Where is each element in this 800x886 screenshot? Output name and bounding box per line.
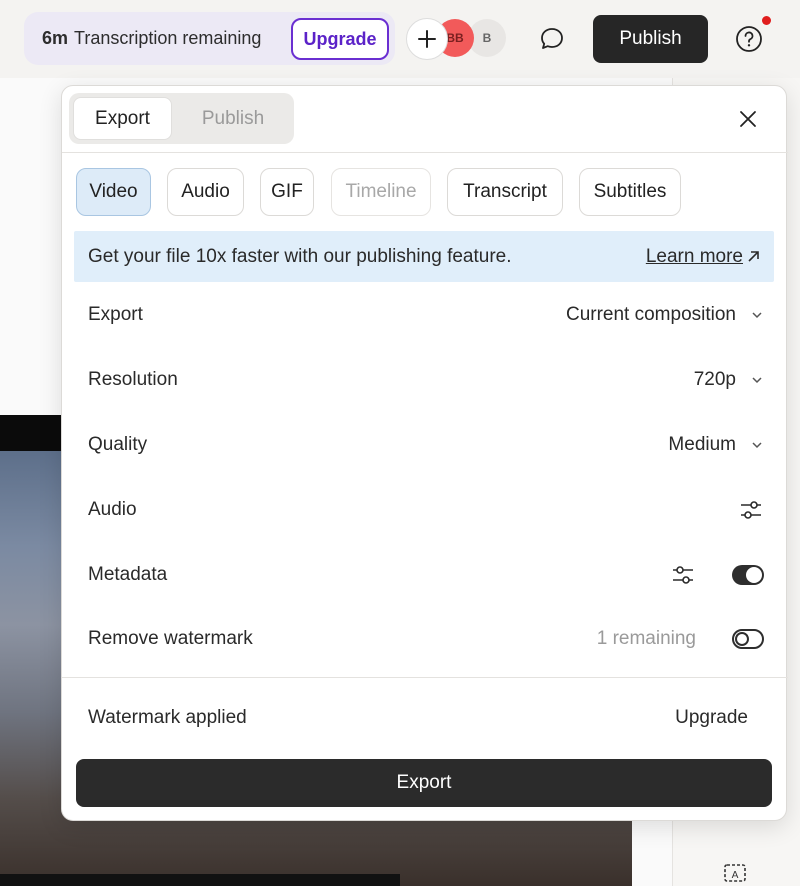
mode-toggle: Export Publish — [69, 93, 294, 144]
format-tab-audio[interactable]: Audio — [167, 168, 244, 216]
quality-setting-row[interactable]: Quality Medium — [88, 425, 764, 465]
format-tab-subtitles[interactable]: Subtitles — [579, 168, 681, 216]
tab-export[interactable]: Export — [73, 97, 172, 140]
footer-divider — [62, 677, 788, 678]
export-setting-row[interactable]: Export Current composition — [88, 295, 764, 335]
quality-label: Quality — [88, 434, 148, 455]
resolution-label: Resolution — [88, 369, 178, 390]
format-tab-transcript[interactable]: Transcript — [447, 168, 563, 216]
svg-text:A: A — [732, 870, 739, 881]
chevron-down-icon — [752, 377, 762, 384]
banner-text: Get your file 10x faster with our publis… — [88, 245, 512, 267]
metadata-label: Metadata — [88, 564, 168, 585]
close-icon[interactable] — [735, 106, 761, 132]
publishing-banner: Get your file 10x faster with our publis… — [74, 231, 774, 282]
publish-button[interactable]: Publish — [593, 15, 708, 63]
learn-more-label: Learn more — [645, 245, 743, 267]
tab-publish[interactable]: Publish — [176, 97, 290, 140]
sliders-icon[interactable] — [738, 497, 764, 523]
export-value: Current composition — [565, 304, 736, 325]
export-label: Export — [88, 304, 143, 325]
quality-value: Medium — [668, 434, 736, 455]
video-caption-strip — [0, 874, 400, 886]
upgrade-button[interactable]: Upgrade — [291, 18, 389, 60]
export-button[interactable]: Export — [76, 759, 772, 807]
captions-icon[interactable]: A — [722, 862, 748, 884]
transcription-minutes: 6m — [42, 28, 69, 48]
header-divider — [62, 152, 788, 153]
transcription-text: Transcription remaining — [74, 28, 262, 48]
watermark-applied-label: Watermark applied — [88, 707, 247, 728]
resolution-value: 720p — [693, 369, 736, 390]
format-tab-video[interactable]: Video — [76, 168, 151, 216]
metadata-setting-row: Metadata — [88, 555, 764, 595]
watermark-remaining-count: 1 remaining — [596, 628, 696, 649]
export-dialog: Export Publish Video Audio GIF Timeline … — [61, 85, 788, 821]
chevron-down-icon — [752, 312, 762, 319]
chevron-down-icon — [752, 442, 762, 449]
comment-icon[interactable] — [534, 21, 570, 57]
notification-dot — [762, 16, 771, 25]
add-collaborator-button[interactable] — [406, 18, 448, 60]
resolution-setting-row[interactable]: Resolution 720p — [88, 360, 764, 400]
watermark-applied-row: Watermark applied Upgrade — [88, 698, 764, 738]
arrow-up-right-icon — [748, 251, 759, 262]
metadata-toggle[interactable] — [732, 565, 764, 585]
plus-icon — [418, 30, 436, 48]
format-tab-gif[interactable]: GIF — [260, 168, 314, 216]
audio-setting-row: Audio — [88, 490, 764, 530]
remove-watermark-label: Remove watermark — [88, 628, 253, 649]
audio-label: Audio — [88, 499, 137, 520]
watermark-upgrade-link[interactable]: Upgrade — [675, 707, 748, 729]
learn-more-link[interactable]: Learn more — [646, 246, 760, 268]
top-bar: 6m Transcription remaining Upgrade BB B … — [0, 0, 800, 78]
remove-watermark-row: Remove watermark 1 remaining — [88, 619, 764, 659]
sliders-icon[interactable] — [670, 562, 696, 588]
remove-watermark-toggle[interactable] — [732, 629, 764, 649]
format-tab-timeline[interactable]: Timeline — [331, 168, 431, 216]
help-icon[interactable] — [734, 24, 764, 54]
